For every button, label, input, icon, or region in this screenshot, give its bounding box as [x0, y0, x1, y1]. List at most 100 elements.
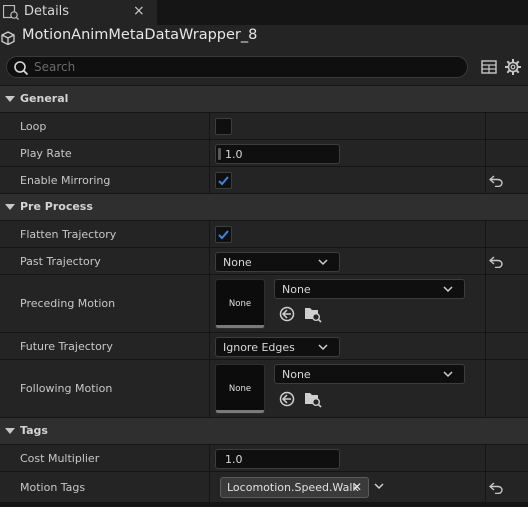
- settings-gear-icon[interactable]: [503, 57, 523, 77]
- property-label: Loop: [20, 120, 47, 133]
- section-label: Tags: [20, 424, 48, 437]
- drag-grip[interactable]: [218, 148, 221, 160]
- column-divider: [485, 472, 486, 502]
- property-row-following-motion: Following Motion None None: [0, 359, 528, 417]
- enable-mirroring-checkbox[interactable]: [215, 172, 232, 189]
- object-icon: [1, 31, 15, 45]
- property-label: Future Trajectory: [20, 340, 113, 353]
- tab-bar: Details ×: [0, 0, 528, 25]
- column-divider: [485, 140, 486, 166]
- column-divider: [485, 445, 486, 471]
- chevron-down-icon: [318, 344, 328, 351]
- column-divider: [209, 140, 210, 166]
- chevron-down-icon: [443, 371, 453, 378]
- remove-tag-icon[interactable]: ✕: [352, 480, 362, 494]
- column-divider: [485, 333, 486, 359]
- column-divider: [209, 472, 210, 502]
- reset-to-default-icon[interactable]: [489, 256, 503, 268]
- field-value: 1.0: [225, 453, 243, 466]
- cost-multiplier-field[interactable]: 1.0: [215, 449, 340, 469]
- property-row-cost-multiplier: Cost Multiplier 1.0: [0, 444, 528, 471]
- search-box[interactable]: [6, 56, 468, 78]
- asset-thumbnail[interactable]: None: [215, 364, 265, 414]
- property-row-past-trajectory: Past Trajectory None: [0, 247, 528, 274]
- object-header: MotionAnimMetaDataWrapper_8: [0, 25, 528, 52]
- property-row-future-trajectory: Future Trajectory Ignore Edges: [0, 332, 528, 359]
- chevron-down-icon: [318, 259, 328, 266]
- property-label: Flatten Trajectory: [20, 228, 117, 241]
- property-row-preceding-motion: Preceding Motion None None: [0, 274, 528, 332]
- property-row-play-rate: Play Rate 1.0: [0, 139, 528, 166]
- future-trajectory-dropdown[interactable]: Ignore Edges: [215, 337, 340, 357]
- chevron-down-icon: [5, 428, 15, 434]
- tag-label: Locomotion.Speed.Walk: [227, 481, 359, 494]
- following-motion-dropdown[interactable]: None: [274, 364, 465, 384]
- tag-chip[interactable]: Locomotion.Speed.Walk ✕: [220, 477, 369, 498]
- play-rate-field[interactable]: 1.0: [215, 144, 340, 164]
- preceding-motion-dropdown[interactable]: None: [274, 279, 465, 299]
- property-label: Play Rate: [20, 147, 72, 160]
- column-divider: [209, 360, 210, 417]
- field-value: 1.0: [225, 148, 243, 161]
- thumbnail-bar: [216, 325, 264, 328]
- object-title: MotionAnimMetaDataWrapper_8: [22, 27, 258, 43]
- past-trajectory-dropdown[interactable]: None: [215, 252, 340, 272]
- chevron-down-icon: [443, 286, 453, 293]
- search-input[interactable]: [34, 58, 454, 76]
- tab-title: Details: [24, 4, 70, 19]
- column-divider: [485, 167, 486, 193]
- section-label: General: [20, 92, 69, 105]
- chevron-down-icon: [5, 96, 15, 102]
- use-selected-asset-icon[interactable]: [278, 390, 296, 408]
- property-label: Preceding Motion: [20, 297, 116, 310]
- flatten-trajectory-checkbox[interactable]: [215, 226, 232, 243]
- loop-checkbox[interactable]: [215, 118, 232, 135]
- section-pre-process[interactable]: Pre Process: [0, 193, 528, 220]
- asset-thumbnail[interactable]: None: [215, 279, 265, 329]
- checkmark-icon: [218, 230, 229, 240]
- column-divider: [209, 113, 210, 139]
- column-divider: [209, 445, 210, 471]
- search-icon: [14, 61, 29, 76]
- column-divider: [485, 360, 486, 417]
- dropdown-value: Ignore Edges: [223, 341, 295, 354]
- property-row-loop: Loop: [0, 112, 528, 139]
- chevron-down-icon[interactable]: [374, 482, 384, 490]
- details-icon: [3, 5, 19, 20]
- property-row-flatten-trajectory: Flatten Trajectory: [0, 220, 528, 247]
- reset-to-default-icon[interactable]: [489, 482, 503, 494]
- column-divider: [209, 248, 210, 274]
- property-label: Motion Tags: [20, 481, 86, 494]
- table-view-icon[interactable]: [479, 57, 499, 77]
- column-divider: [209, 167, 210, 193]
- checkmark-icon: [218, 176, 229, 186]
- search-row: [0, 52, 528, 85]
- column-divider: [209, 275, 210, 332]
- thumbnail-label: None: [228, 299, 252, 309]
- column-divider: [209, 333, 210, 359]
- close-icon[interactable]: ×: [133, 3, 145, 19]
- column-divider: [485, 221, 486, 247]
- dropdown-value: None: [223, 256, 252, 269]
- browse-folder-icon[interactable]: [304, 390, 322, 408]
- use-selected-asset-icon[interactable]: [278, 305, 296, 323]
- dropdown-value: None: [282, 283, 311, 296]
- property-label: Following Motion: [20, 382, 113, 395]
- column-divider: [485, 248, 486, 274]
- chevron-down-icon: [5, 204, 15, 210]
- dropdown-value: None: [282, 368, 311, 381]
- property-row-motion-tags: Motion Tags Locomotion.Speed.Walk ✕: [0, 471, 528, 502]
- property-label: Past Trajectory: [20, 255, 101, 268]
- column-divider: [485, 275, 486, 332]
- section-general[interactable]: General: [0, 85, 528, 112]
- section-label: Pre Process: [20, 200, 93, 213]
- property-label: Cost Multiplier: [20, 452, 100, 465]
- thumbnail-bar: [216, 410, 264, 413]
- column-divider: [209, 221, 210, 247]
- browse-folder-icon[interactable]: [304, 305, 322, 323]
- column-divider: [485, 113, 486, 139]
- reset-to-default-icon[interactable]: [489, 175, 503, 187]
- section-tags[interactable]: Tags: [0, 417, 528, 444]
- tab-details[interactable]: Details ×: [0, 0, 157, 25]
- thumbnail-label: None: [228, 384, 252, 394]
